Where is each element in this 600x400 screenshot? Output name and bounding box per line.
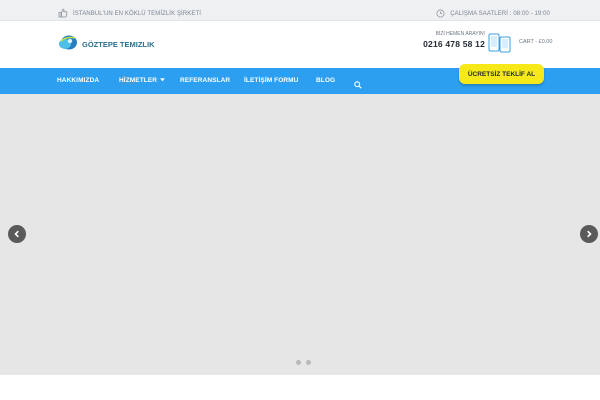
search-icon[interactable] <box>354 76 362 94</box>
call-label: BİZİ HEMEN ARAYIN! <box>435 31 485 37</box>
top-info-bar: İSTANBUL'UN EN KÖKLÜ TEMİZLİK ŞİRKETİ ÇA… <box>0 0 600 21</box>
nav-item-referanslar[interactable]: REFERANSLAR <box>180 77 230 84</box>
slider-dot-2[interactable] <box>306 360 311 365</box>
site-header: GÖZTEPE TEMIZLIK BİZİ HEMEN ARAYIN! 0216… <box>0 21 600 68</box>
mobile-phones-icon <box>488 33 512 58</box>
tagline-text: İSTANBUL'UN EN KÖKLÜ TEMİZLİK ŞİRKETİ <box>73 11 201 17</box>
slider-prev-button[interactable] <box>8 225 26 243</box>
logo-text: GÖZTEPE TEMIZLIK <box>82 40 155 49</box>
chevron-right-icon <box>585 225 593 243</box>
caret-down-icon <box>160 77 166 84</box>
nav-item-hakkimizda[interactable]: HAKKIMIZDA <box>57 77 99 84</box>
nav-item-hizmetler[interactable]: HİZMETLER <box>119 77 166 84</box>
page-content-start <box>0 374 600 400</box>
cart-link[interactable]: CART - £0.00 <box>519 39 552 45</box>
slider-next-button[interactable] <box>580 225 598 243</box>
site-logo[interactable]: GÖZTEPE TEMIZLIK <box>58 32 155 57</box>
working-hours-text: ÇALIŞMA SAATLERİ : 08:00 - 19:00 <box>450 11 550 17</box>
call-box: BİZİ HEMEN ARAYIN! 0216 478 58 12 <box>423 31 485 49</box>
free-quote-label: ÜCRETSİZ TEKLİF AL <box>467 70 536 78</box>
nav-item-blog[interactable]: BLOG <box>316 77 335 84</box>
free-quote-button[interactable]: ÜCRETSİZ TEKLİF AL <box>459 64 544 84</box>
chevron-left-icon <box>13 225 21 243</box>
nav-item-label: HİZMETLER <box>119 77 158 84</box>
brand-logo-icon <box>58 32 78 57</box>
hero-slider <box>0 94 600 374</box>
nav-item-iletisim-formu[interactable]: İLETİŞİM FORMU <box>244 77 298 84</box>
phone-number[interactable]: 0216 478 58 12 <box>423 39 485 49</box>
slider-dot-1[interactable] <box>296 360 301 365</box>
